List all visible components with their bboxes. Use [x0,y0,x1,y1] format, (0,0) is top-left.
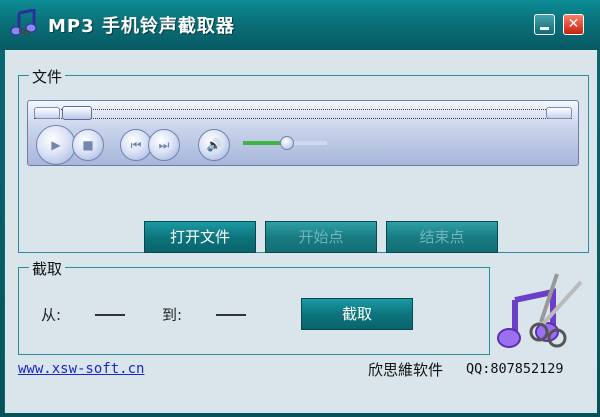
company-name: 欣思維软件 [368,361,444,379]
stop-button[interactable]: ■ [72,129,104,161]
file-group: 文件 ▶ ■ ⏮ ⏭ 🔊 打开文件 开始点 结束点 [18,66,589,253]
music-scissors-logo-icon [497,273,583,348]
stop-icon: ■ [82,138,94,152]
seek-start-handle[interactable] [34,107,60,119]
minimize-button[interactable] [534,14,555,35]
seek-end-handle[interactable] [546,107,572,119]
app-window: MP3 手机铃声截取器 ✕ 文件 ▶ ■ ⏮ ⏭ 🔊 打开文件 开始点 结束点 … [0,0,600,417]
cut-button[interactable]: 截取 [301,298,413,330]
close-icon: ✕ [567,16,580,32]
close-button[interactable]: ✕ [563,14,584,35]
qq-contact: QQ:807852129 [466,361,564,377]
file-group-title: 文件 [29,66,66,87]
open-file-button[interactable]: 打开文件 [144,221,256,253]
to-value [216,314,246,316]
website-link[interactable]: www.xsw-soft.cn [18,361,144,377]
speaker-icon: 🔊 [206,138,222,152]
seek-bar[interactable] [34,109,572,119]
seek-thumb[interactable] [62,106,92,120]
play-icon: ▶ [51,138,61,152]
mute-button[interactable]: 🔊 [198,129,230,161]
window-title: MP3 手机铃声截取器 [48,16,235,37]
to-label: 到: [162,306,183,324]
volume-thumb[interactable] [280,136,294,150]
media-player: ▶ ■ ⏮ ⏭ 🔊 [27,100,579,166]
from-label: 从: [41,306,62,324]
title-bar[interactable]: MP3 手机铃声截取器 ✕ [0,0,600,50]
from-value [95,314,125,316]
cut-group: 截取 从: 到: 截取 [18,258,490,355]
next-icon: ⏭ [158,137,170,152]
client-area: 文件 ▶ ■ ⏮ ⏭ 🔊 打开文件 开始点 结束点 截取 从: 到: 截取 ww… [4,50,597,413]
previous-icon: ⏮ [130,137,142,152]
set-end-button[interactable]: 结束点 [386,221,498,253]
play-button[interactable]: ▶ [36,125,76,165]
music-note-icon [10,9,37,37]
next-button[interactable]: ⏭ [148,129,180,161]
cut-group-title: 截取 [29,258,66,279]
set-start-button[interactable]: 开始点 [265,221,377,253]
minimize-icon [540,27,549,30]
